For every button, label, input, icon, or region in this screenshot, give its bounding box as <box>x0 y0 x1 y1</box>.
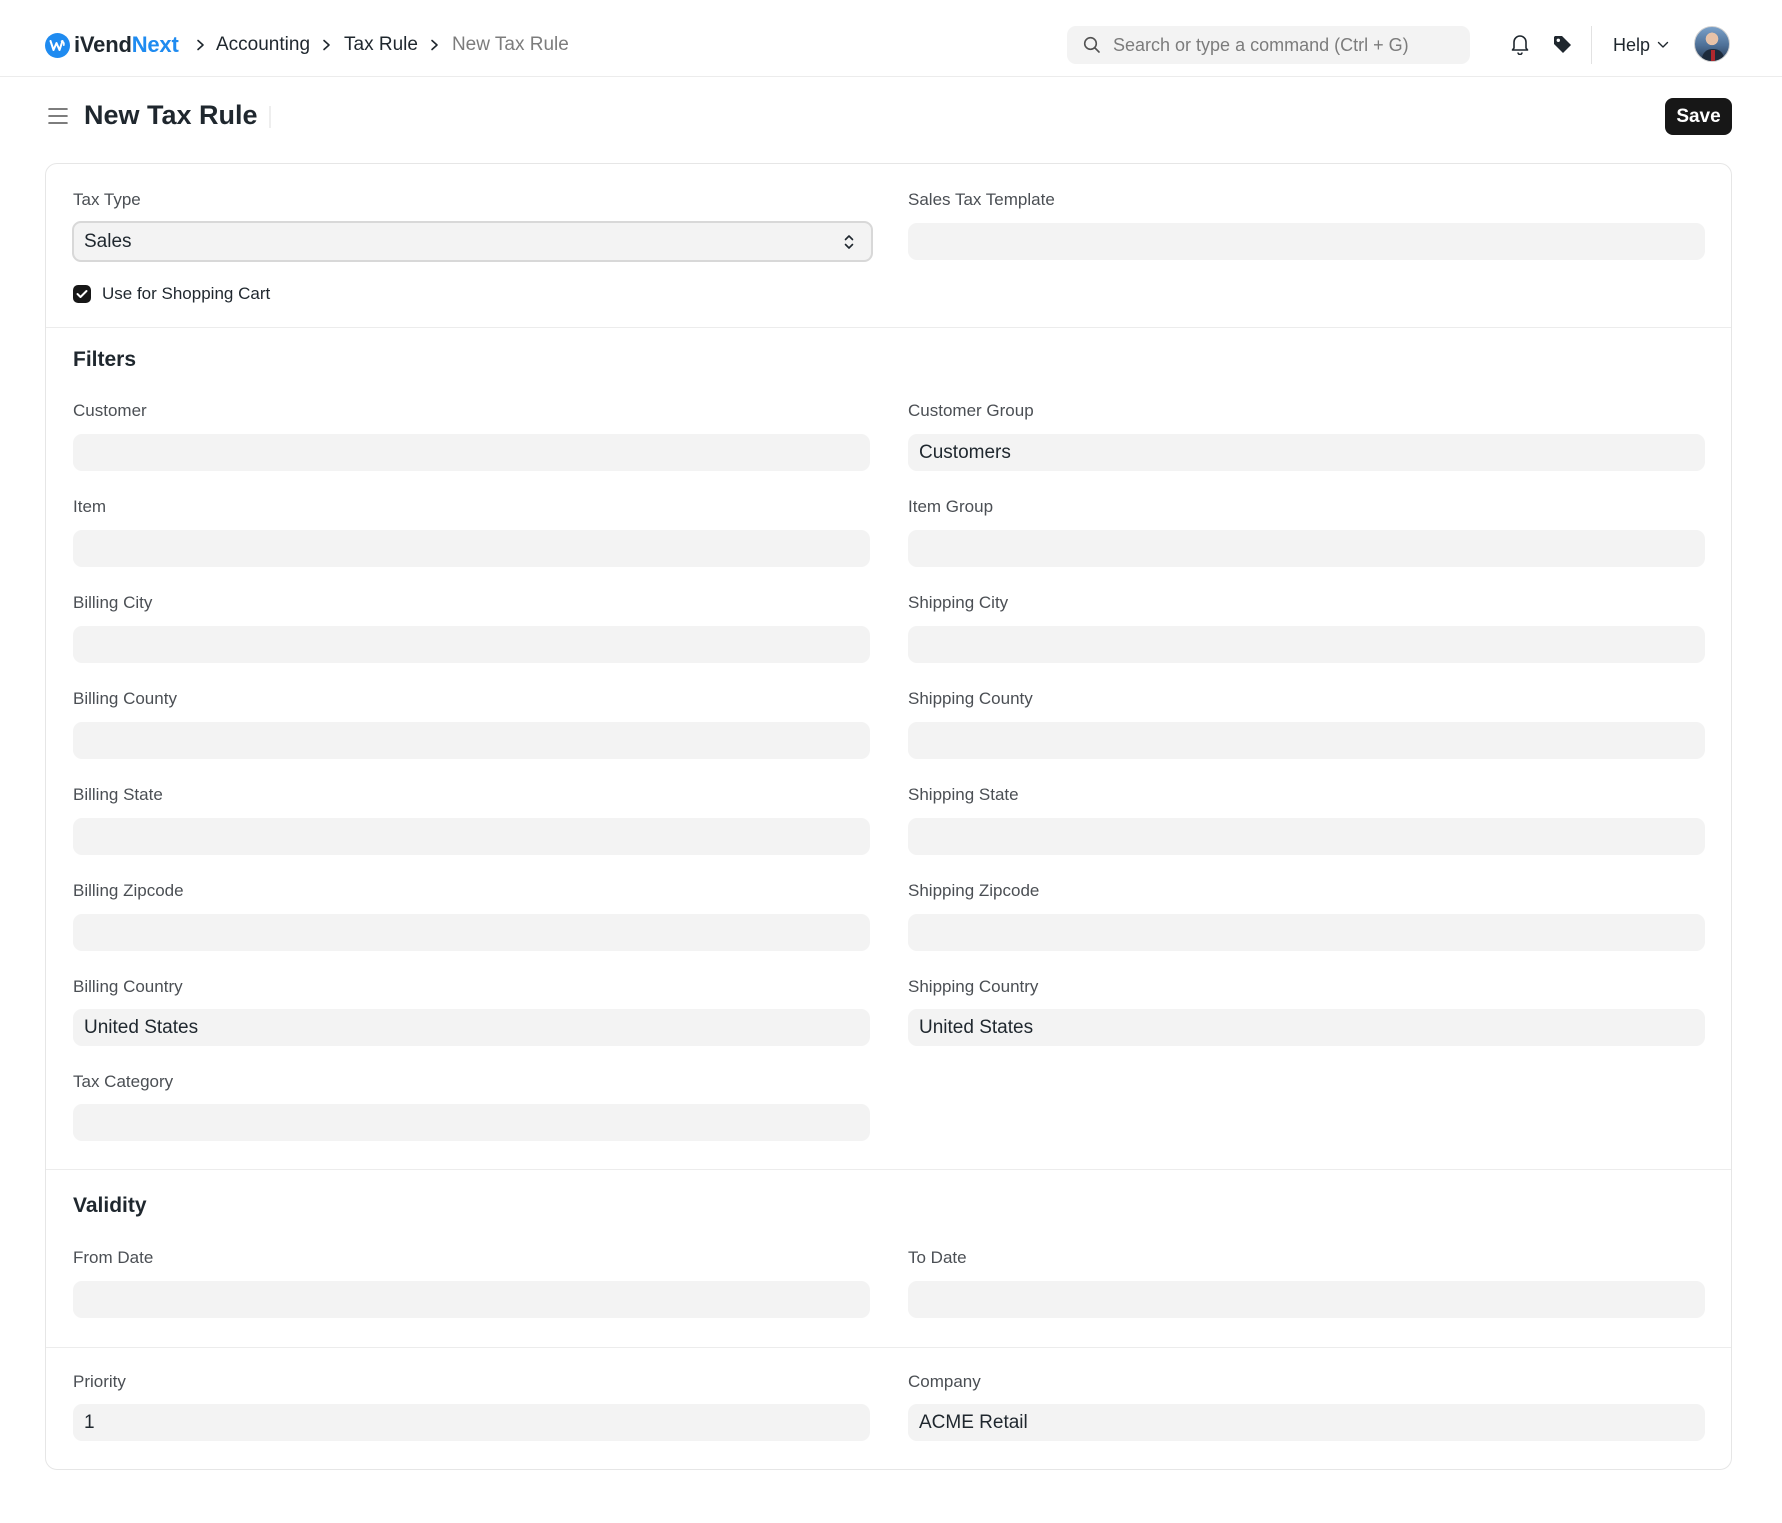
billing-city-input[interactable] <box>73 626 870 663</box>
title-indicator <box>269 106 271 128</box>
use-for-shopping-cart-checkbox[interactable]: Use for Shopping Cart <box>73 284 270 304</box>
save-button[interactable]: Save <box>1665 98 1732 135</box>
billing-state-input[interactable] <box>73 818 870 855</box>
shipping-state-label: Shipping State <box>908 785 1019 804</box>
chevron-right-icon <box>196 39 216 51</box>
chevron-right-icon <box>418 39 452 51</box>
chevron-right-icon <box>310 39 344 51</box>
checkbox-checked-icon <box>73 285 91 303</box>
app-logo[interactable]: iVendNext <box>45 30 179 60</box>
from-date-input[interactable] <box>73 1281 870 1318</box>
page-head: New Tax Rule Save <box>0 78 1782 158</box>
search-input[interactable] <box>1113 34 1453 56</box>
validity-section-title: Validity <box>73 1194 147 1217</box>
section-divider <box>46 1347 1731 1348</box>
logo-mark-icon <box>45 32 70 58</box>
avatar[interactable] <box>1694 26 1730 62</box>
logo-text: iVendNext <box>74 32 179 57</box>
company-label: Company <box>908 1372 981 1391</box>
search-icon <box>1083 36 1101 54</box>
shipping-county-label: Shipping County <box>908 689 1033 708</box>
shipping-city-input[interactable] <box>908 626 1705 663</box>
billing-zipcode-label: Billing Zipcode <box>73 881 184 900</box>
tag-icon[interactable] <box>1549 31 1575 57</box>
sales-tax-template-input[interactable] <box>908 223 1705 260</box>
shipping-country-label: Shipping Country <box>908 977 1039 996</box>
form-card: Tax Type Sales Sales Tax Template Use fo… <box>45 163 1732 1470</box>
use-for-shopping-cart-label: Use for Shopping Cart <box>102 284 271 303</box>
customer-group-input[interactable] <box>908 434 1705 471</box>
priority-label: Priority <box>73 1372 126 1391</box>
shipping-state-input[interactable] <box>908 818 1705 855</box>
billing-county-label: Billing County <box>73 689 177 708</box>
sales-tax-template-label: Sales Tax Template <box>908 190 1055 209</box>
breadcrumb-accounting[interactable]: Accounting <box>216 34 310 56</box>
chevron-down-icon <box>1650 41 1669 49</box>
sidebar-toggle-icon[interactable] <box>46 104 70 128</box>
select-caret-icon <box>843 233 855 257</box>
from-date-label: From Date <box>73 1248 154 1267</box>
billing-city-label: Billing City <box>73 593 153 612</box>
shipping-zipcode-input[interactable] <box>908 914 1705 951</box>
item-input[interactable] <box>73 530 870 567</box>
shipping-city-label: Shipping City <box>908 593 1009 612</box>
item-group-label: Item Group <box>908 497 994 516</box>
billing-country-input[interactable] <box>73 1009 870 1046</box>
tax-type-select[interactable]: Sales <box>72 221 873 262</box>
billing-country-label: Billing Country <box>73 977 183 996</box>
top-navbar: iVendNext Accounting Tax Rule New Tax Ru… <box>0 0 1782 77</box>
tax-category-label: Tax Category <box>73 1072 174 1091</box>
billing-zipcode-input[interactable] <box>73 914 870 951</box>
company-input[interactable] <box>908 1404 1705 1441</box>
customer-input[interactable] <box>73 434 870 471</box>
page-title: New Tax Rule <box>84 100 258 130</box>
shipping-country-input[interactable] <box>908 1009 1705 1046</box>
breadcrumb-tax-rule[interactable]: Tax Rule <box>344 34 418 56</box>
item-group-input[interactable] <box>908 530 1705 567</box>
section-divider <box>46 1169 1731 1170</box>
shipping-county-input[interactable] <box>908 722 1705 759</box>
billing-state-label: Billing State <box>73 785 163 804</box>
help-label: Help <box>1613 34 1651 55</box>
filters-section-title: Filters <box>73 348 137 371</box>
tax-type-value: Sales <box>84 230 132 252</box>
help-dropdown[interactable]: Help <box>1613 31 1669 59</box>
to-date-label: To Date <box>908 1248 967 1267</box>
bell-icon[interactable] <box>1507 31 1533 57</box>
to-date-input[interactable] <box>908 1281 1705 1318</box>
breadcrumb: Accounting Tax Rule New Tax Rule <box>196 30 569 60</box>
shipping-zipcode-label: Shipping Zipcode <box>908 881 1040 900</box>
billing-county-input[interactable] <box>73 722 870 759</box>
search-bar[interactable] <box>1067 26 1470 64</box>
customer-group-label: Customer Group <box>908 401 1034 420</box>
breadcrumb-current: New Tax Rule <box>451 34 569 55</box>
item-label: Item <box>73 497 107 516</box>
navbar-divider <box>1591 26 1592 64</box>
customer-label: Customer <box>73 401 147 420</box>
section-divider <box>46 327 1731 328</box>
tax-category-input[interactable] <box>73 1104 870 1141</box>
priority-input[interactable] <box>73 1404 870 1441</box>
tax-type-label: Tax Type <box>73 190 141 209</box>
